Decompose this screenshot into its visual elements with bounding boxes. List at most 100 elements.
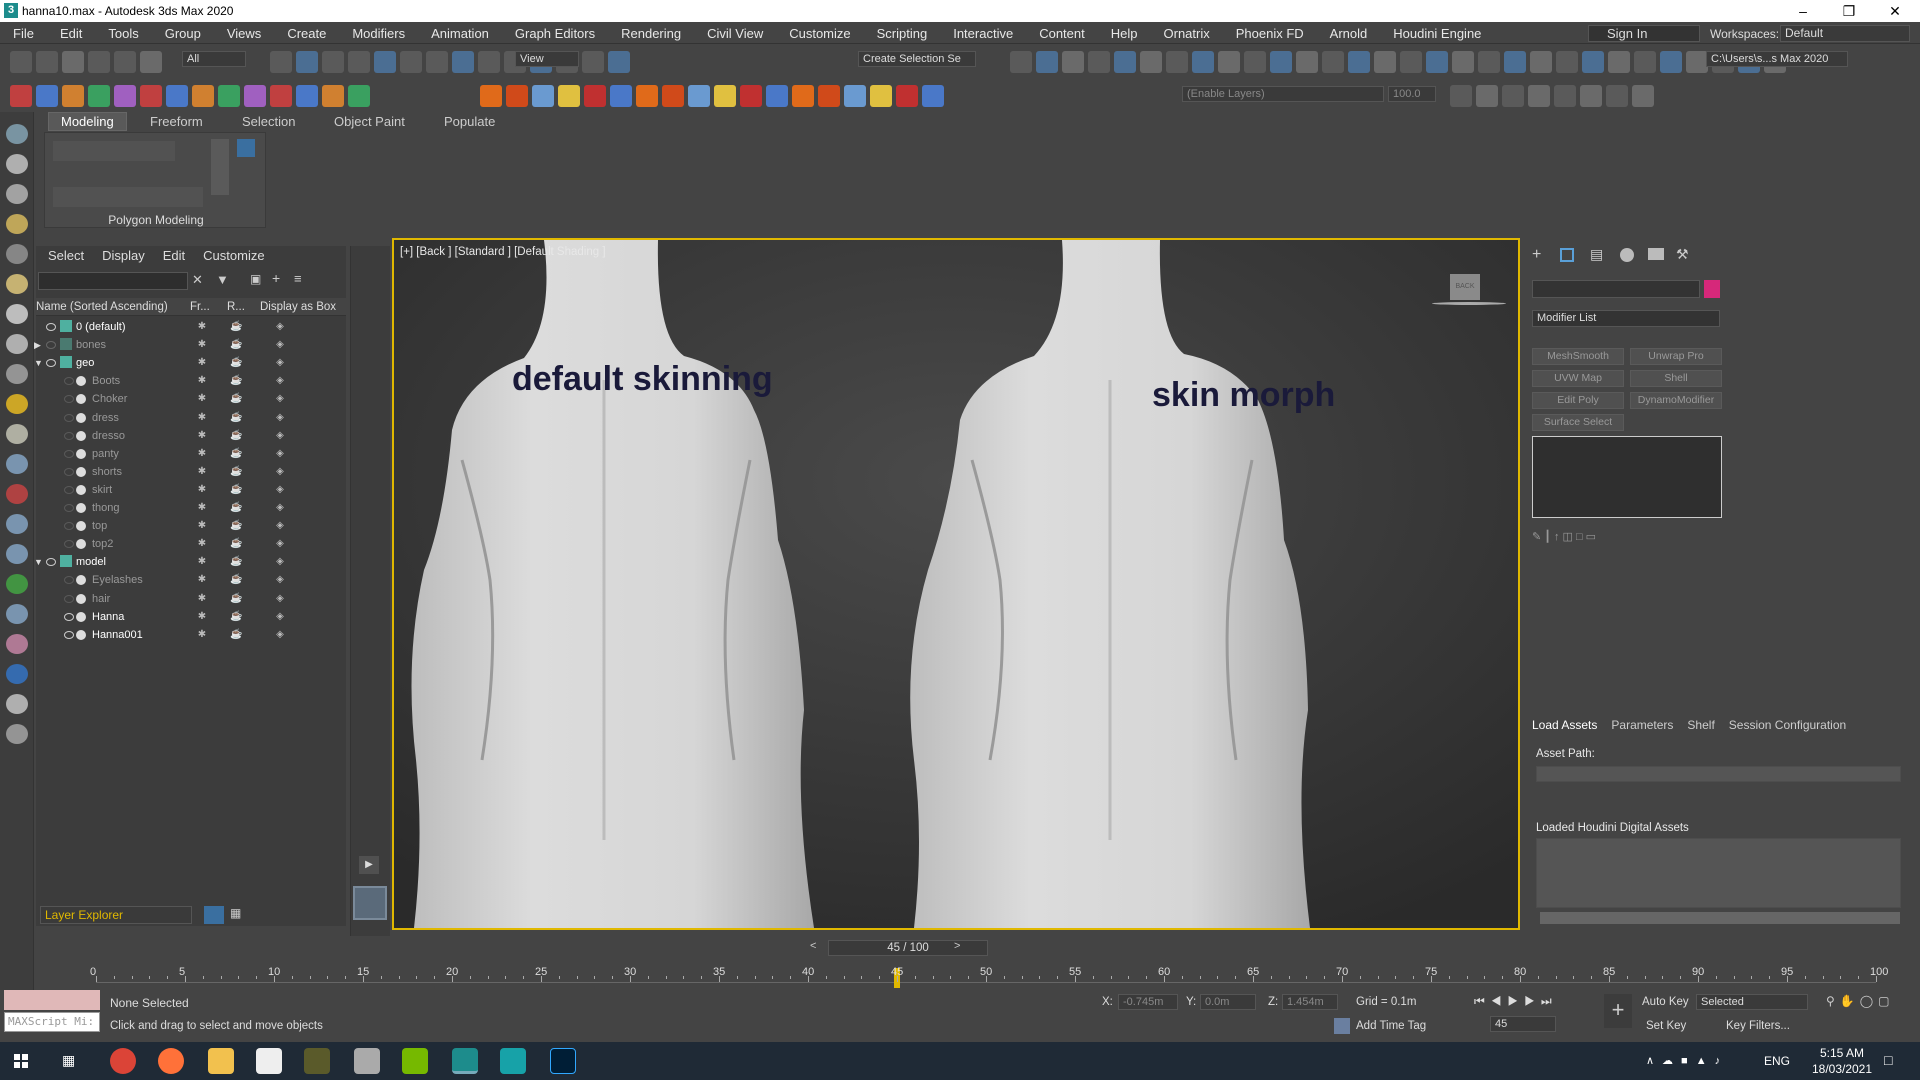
- left-strip-tool-icon[interactable]: [6, 334, 28, 354]
- marvelous-icon[interactable]: [500, 1048, 526, 1074]
- toolbar-tool-icon[interactable]: [1244, 51, 1266, 73]
- object-color-swatch[interactable]: [1704, 280, 1720, 298]
- toolbar-tool-icon[interactable]: [1400, 51, 1422, 73]
- stack-tools-icons[interactable]: ✎ ┃ ↑ ◫ □ ▭: [1532, 530, 1682, 544]
- notifications-icon[interactable]: □: [1884, 1052, 1892, 1068]
- toolbar-tool-icon[interactable]: [1580, 85, 1602, 107]
- toolbar-tool-icon[interactable]: [1296, 51, 1318, 73]
- left-strip-tool-icon[interactable]: [6, 394, 28, 414]
- tab-populate[interactable]: Populate: [444, 114, 495, 129]
- create-tab-icon[interactable]: +: [1532, 246, 1541, 264]
- menu-views[interactable]: Views: [214, 26, 274, 41]
- tab-object-paint[interactable]: Object Paint: [334, 114, 405, 129]
- start-icon[interactable]: [14, 1054, 28, 1068]
- toolbar-tool-icon[interactable]: [88, 51, 110, 73]
- render-teapot-icon[interactable]: ☕: [230, 629, 242, 641]
- toolbar-tool-icon[interactable]: [114, 85, 136, 107]
- explorer-row[interactable]: 0 (default) ✱ ☕ ◈: [36, 318, 346, 336]
- toolbar-tool-icon[interactable]: [1478, 51, 1500, 73]
- toolbar-tool-icon[interactable]: [1606, 85, 1628, 107]
- left-strip-tool-icon[interactable]: [6, 454, 28, 474]
- toolbar-tool-icon[interactable]: [88, 85, 110, 107]
- visibility-eye-icon[interactable]: [64, 630, 74, 639]
- menu-graph-editors[interactable]: Graph Editors: [502, 26, 608, 41]
- project-path-dropdown[interactable]: C:\Users\s...s Max 2020: [1706, 51, 1848, 67]
- toolbar-tool-icon[interactable]: [322, 51, 344, 73]
- box-display-icon[interactable]: ◈: [274, 466, 286, 478]
- polygon-modeling-label[interactable]: Polygon Modeling: [45, 213, 267, 227]
- visibility-eye-icon[interactable]: [64, 612, 74, 621]
- toolbar-tool-icon[interactable]: [582, 51, 604, 73]
- daz-studio-icon[interactable]: [304, 1048, 330, 1074]
- toolbar-tool-icon[interactable]: [792, 85, 814, 107]
- render-teapot-icon[interactable]: ☕: [230, 484, 242, 496]
- render-teapot-icon[interactable]: ☕: [230, 556, 242, 568]
- box-display-icon[interactable]: ◈: [274, 629, 286, 641]
- prev-frame-icon[interactable]: <: [810, 940, 816, 952]
- menu-group[interactable]: Group: [152, 26, 214, 41]
- explorer-row[interactable]: ▶ bones ✱ ☕ ◈: [34, 336, 346, 354]
- render-teapot-icon[interactable]: ☕: [230, 430, 242, 442]
- auto-key-button[interactable]: Auto Key: [1642, 996, 1689, 1008]
- render-teapot-icon[interactable]: ☕: [230, 412, 242, 424]
- toolbar-tool-icon[interactable]: [740, 85, 762, 107]
- box-display-icon[interactable]: ◈: [274, 611, 286, 623]
- viewport-label[interactable]: [+] [Back ] [Standard ] [Default Shading…: [400, 246, 606, 258]
- visibility-eye-icon[interactable]: [64, 485, 74, 494]
- menu-arnold[interactable]: Arnold: [1317, 26, 1381, 41]
- freeze-icon[interactable]: ✱: [196, 502, 208, 514]
- toolbar-tool-icon[interactable]: [1218, 51, 1240, 73]
- toolbar-tool-icon[interactable]: [1374, 51, 1396, 73]
- toolbar-tool-icon[interactable]: [714, 85, 736, 107]
- explorer-row[interactable]: panty ✱ ☕ ◈: [36, 445, 346, 463]
- toolbar-tool-icon[interactable]: [114, 51, 136, 73]
- left-strip-tool-icon[interactable]: [6, 304, 28, 324]
- explorer-menu-customize[interactable]: Customize: [203, 246, 264, 266]
- freeze-icon[interactable]: ✱: [196, 339, 208, 351]
- layer-explorer-dropdown[interactable]: Layer Explorer: [40, 906, 192, 924]
- menu-animation[interactable]: Animation: [418, 26, 502, 41]
- menu-help[interactable]: Help: [1098, 26, 1151, 41]
- toolbar-tool-icon[interactable]: [400, 51, 422, 73]
- time-slider[interactable]: 45 / 100: [828, 940, 988, 956]
- loaded-assets-list[interactable]: [1536, 838, 1901, 908]
- explorer-search-input[interactable]: [38, 272, 188, 290]
- explorer-row[interactable]: Choker ✱ ☕ ◈: [36, 390, 346, 408]
- freeze-icon[interactable]: ✱: [196, 466, 208, 478]
- toolbar-tool-icon[interactable]: [1140, 51, 1162, 73]
- left-strip-tool-icon[interactable]: [6, 484, 28, 504]
- toolbar-tool-icon[interactable]: [1450, 85, 1472, 107]
- viewport-back[interactable]: [+] [Back ] [Standard ] [Default Shading…: [392, 238, 1520, 930]
- toolbar-tool-icon[interactable]: [844, 85, 866, 107]
- next-frame-icon[interactable]: >: [954, 940, 960, 952]
- explorer-row[interactable]: dresso ✱ ☕ ◈: [36, 427, 346, 445]
- box-display-icon[interactable]: ◈: [274, 484, 286, 496]
- tab-selection[interactable]: Selection: [242, 114, 295, 129]
- modifier-edit-poly-button[interactable]: Edit Poly: [1532, 392, 1624, 409]
- left-strip-tool-icon[interactable]: [6, 184, 28, 204]
- toolbar-tool-icon[interactable]: [10, 85, 32, 107]
- toolbar-tool-icon[interactable]: [1166, 51, 1188, 73]
- houdini-tab-load-assets[interactable]: Load Assets: [1532, 718, 1597, 732]
- left-strip-tool-icon[interactable]: [6, 244, 28, 264]
- filter-icon[interactable]: ▼: [216, 272, 229, 287]
- col-display-as-box[interactable]: Display as Box: [260, 298, 336, 316]
- toolbar-tool-icon[interactable]: [140, 51, 162, 73]
- toolbar-tool-icon[interactable]: [1530, 51, 1552, 73]
- toolbar-tool-icon[interactable]: [662, 85, 684, 107]
- visibility-eye-icon[interactable]: [64, 594, 74, 603]
- menu-create[interactable]: Create: [274, 26, 339, 41]
- houdini-tab-shelf[interactable]: Shelf: [1687, 718, 1714, 732]
- viewcube[interactable]: BACK: [1450, 274, 1480, 300]
- toolbar-tool-icon[interactable]: [1608, 51, 1630, 73]
- menu-content[interactable]: Content: [1026, 26, 1098, 41]
- modifier-stack[interactable]: [1532, 436, 1722, 518]
- explorer-row[interactable]: ▼ model ✱ ☕ ◈: [34, 553, 346, 571]
- lock-icon[interactable]: ▣: [250, 272, 261, 286]
- box-display-icon[interactable]: ◈: [274, 375, 286, 387]
- toolbar-tool-icon[interactable]: [36, 51, 58, 73]
- explorer-row[interactable]: top2 ✱ ☕ ◈: [36, 535, 346, 553]
- box-display-icon[interactable]: ◈: [274, 502, 286, 514]
- explorer-menu-display[interactable]: Display: [102, 246, 145, 266]
- render-teapot-icon[interactable]: ☕: [230, 375, 242, 387]
